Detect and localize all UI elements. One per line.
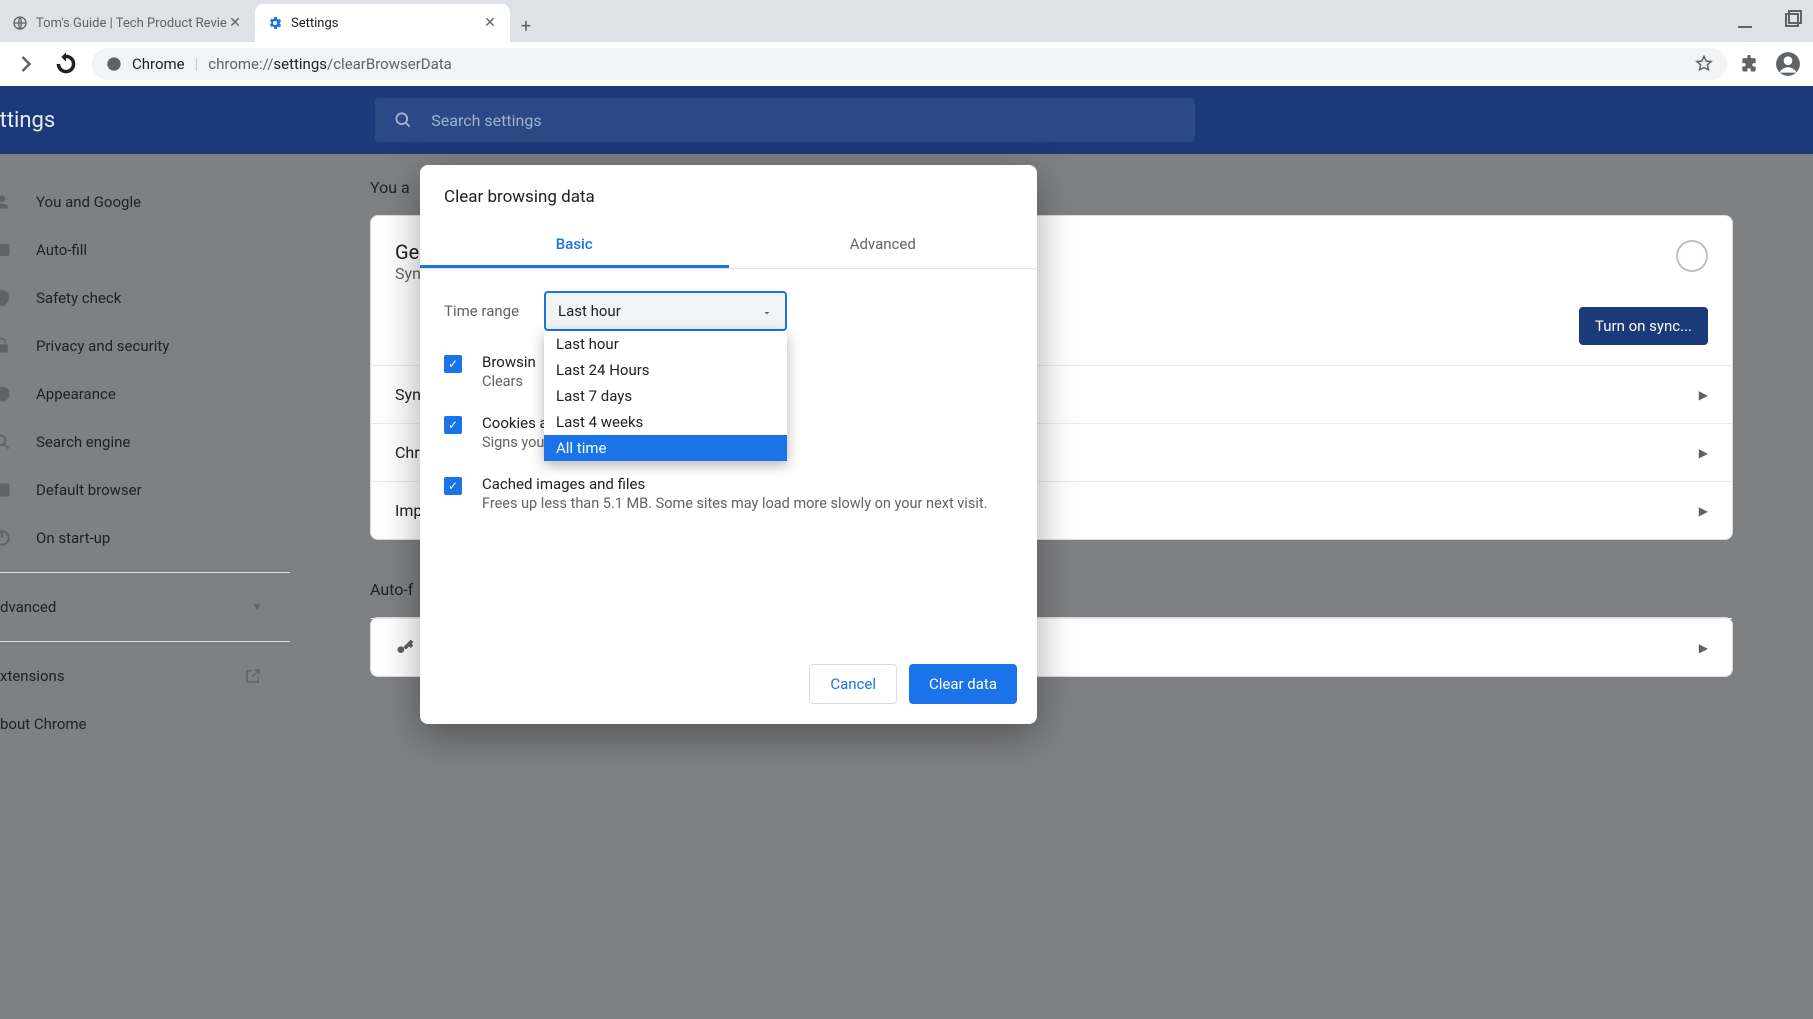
profile-icon[interactable] — [1775, 51, 1801, 77]
row-label: Syn — [395, 385, 421, 404]
new-tab-button[interactable]: + — [510, 10, 542, 42]
clear-data-button[interactable]: Clear data — [909, 664, 1017, 704]
sidebar-item-extensions[interactable]: xtensions — [0, 652, 290, 700]
dropdown-option[interactable]: Last 4 weeks — [544, 409, 787, 435]
search-input[interactable] — [431, 111, 1177, 130]
sidebar-label: xtensions — [0, 667, 65, 685]
row-label: Chr — [395, 443, 420, 462]
search-icon — [0, 432, 12, 452]
selected-value: Last hour — [558, 302, 621, 320]
sidebar-item-you-and-google[interactable]: You and Google — [0, 178, 290, 226]
person-icon — [0, 192, 12, 212]
chevron-down-icon — [761, 305, 773, 317]
time-range-dropdown: Last hour Last 24 Hours Last 7 days Last… — [544, 331, 787, 461]
dropdown-option[interactable]: Last 7 days — [544, 383, 787, 409]
search-icon — [393, 110, 413, 130]
tab-title: Tom's Guide | Tech Product Revie — [36, 16, 227, 31]
check-title: Browsin — [482, 353, 536, 371]
browser-tab-settings[interactable]: Settings ✕ — [255, 4, 510, 42]
sidebar-item-appearance[interactable]: Appearance — [0, 370, 290, 418]
sidebar-label: On start-up — [36, 529, 110, 547]
gear-icon — [267, 15, 283, 31]
check-title: Cached images and files — [482, 475, 987, 493]
browser-icon — [0, 480, 12, 500]
sidebar-label: Appearance — [36, 385, 116, 403]
sidebar-item-search-engine[interactable]: Search engine — [0, 418, 290, 466]
time-range-select[interactable]: Last hour — [544, 291, 787, 331]
sidebar-label: Privacy and security — [36, 337, 169, 355]
palette-icon — [0, 384, 12, 404]
sidebar-label: You and Google — [36, 193, 141, 211]
address-bar[interactable]: Chrome | chrome://settings/clearBrowserD… — [92, 48, 1727, 80]
dialog-title: Clear browsing data — [420, 165, 1037, 223]
sidebar-item-advanced[interactable]: dvanced ▼ — [0, 583, 290, 631]
row-label: Imp — [395, 501, 422, 520]
tab-basic[interactable]: Basic — [420, 223, 729, 268]
divider — [0, 572, 290, 573]
search-settings-box[interactable] — [375, 98, 1195, 142]
chevron-right-icon: ▶ — [1699, 446, 1708, 460]
cancel-button[interactable]: Cancel — [809, 664, 897, 704]
tab-title: Settings — [291, 16, 482, 31]
forward-icon[interactable] — [12, 50, 40, 78]
lock-icon — [0, 336, 12, 356]
power-icon — [0, 528, 12, 548]
avatar — [1676, 240, 1708, 272]
chevron-down-icon: ▼ — [252, 602, 262, 613]
tab-advanced[interactable]: Advanced — [729, 223, 1038, 268]
sidebar-item-default-browser[interactable]: Default browser — [0, 466, 290, 514]
time-range-label: Time range — [444, 302, 524, 320]
extensions-icon[interactable] — [1739, 54, 1759, 74]
sidebar-label: Safety check — [36, 289, 121, 307]
autofill-icon — [0, 240, 12, 260]
minimize-icon[interactable] — [1733, 9, 1757, 33]
close-icon[interactable]: ✕ — [482, 15, 498, 31]
chevron-right-icon: ▶ — [1699, 388, 1708, 402]
chevron-right-icon: ▶ — [1699, 641, 1708, 655]
browser-tab-toms-guide[interactable]: Tom's Guide | Tech Product Revie ✕ — [0, 4, 255, 42]
checkbox-cache[interactable]: ✓ — [444, 477, 462, 495]
dropdown-option[interactable]: Last hour — [544, 331, 787, 357]
turn-on-sync-button[interactable]: Turn on sync... — [1579, 307, 1708, 345]
globe-icon — [12, 15, 28, 31]
key-icon — [395, 638, 415, 658]
clear-browsing-data-dialog: Clear browsing data Basic Advanced Time … — [420, 165, 1037, 724]
sidebar-label: Search engine — [36, 433, 130, 451]
url-scheme: chrome:// — [208, 55, 273, 73]
divider — [0, 641, 290, 642]
sidebar-label: dvanced — [0, 598, 56, 616]
chrome-icon — [106, 56, 122, 72]
sidebar-item-autofill[interactable]: Auto-fill — [0, 226, 290, 274]
url-bold: settings — [273, 55, 327, 73]
external-link-icon — [244, 667, 262, 685]
sidebar-item-privacy[interactable]: Privacy and security — [0, 322, 290, 370]
check-desc: Clears — [482, 373, 536, 390]
sidebar-item-startup[interactable]: On start-up — [0, 514, 290, 562]
close-icon[interactable]: ✕ — [227, 15, 243, 31]
page-title: ettings — [0, 108, 55, 133]
dropdown-option[interactable]: Last 24 Hours — [544, 357, 787, 383]
sidebar-label: Default browser — [36, 481, 142, 499]
sidebar-label: Auto-fill — [36, 241, 87, 259]
checkbox-browsing-history[interactable]: ✓ — [444, 355, 462, 373]
maximize-icon[interactable] — [1781, 9, 1805, 33]
chevron-right-icon: ▶ — [1699, 504, 1708, 518]
shield-icon — [0, 288, 12, 308]
url-label: Chrome — [132, 55, 185, 73]
star-icon[interactable] — [1695, 55, 1713, 73]
sidebar-label: bout Chrome — [0, 715, 87, 733]
dropdown-option[interactable]: All time — [544, 435, 787, 461]
checkbox-cookies[interactable]: ✓ — [444, 416, 462, 434]
url-path: /clearBrowserData — [327, 55, 452, 73]
sidebar-item-about[interactable]: bout Chrome — [0, 700, 290, 748]
check-desc: Frees up less than 5.1 MB. Some sites ma… — [482, 495, 987, 512]
reload-icon[interactable] — [52, 50, 80, 78]
sidebar-item-safety-check[interactable]: Safety check — [0, 274, 290, 322]
